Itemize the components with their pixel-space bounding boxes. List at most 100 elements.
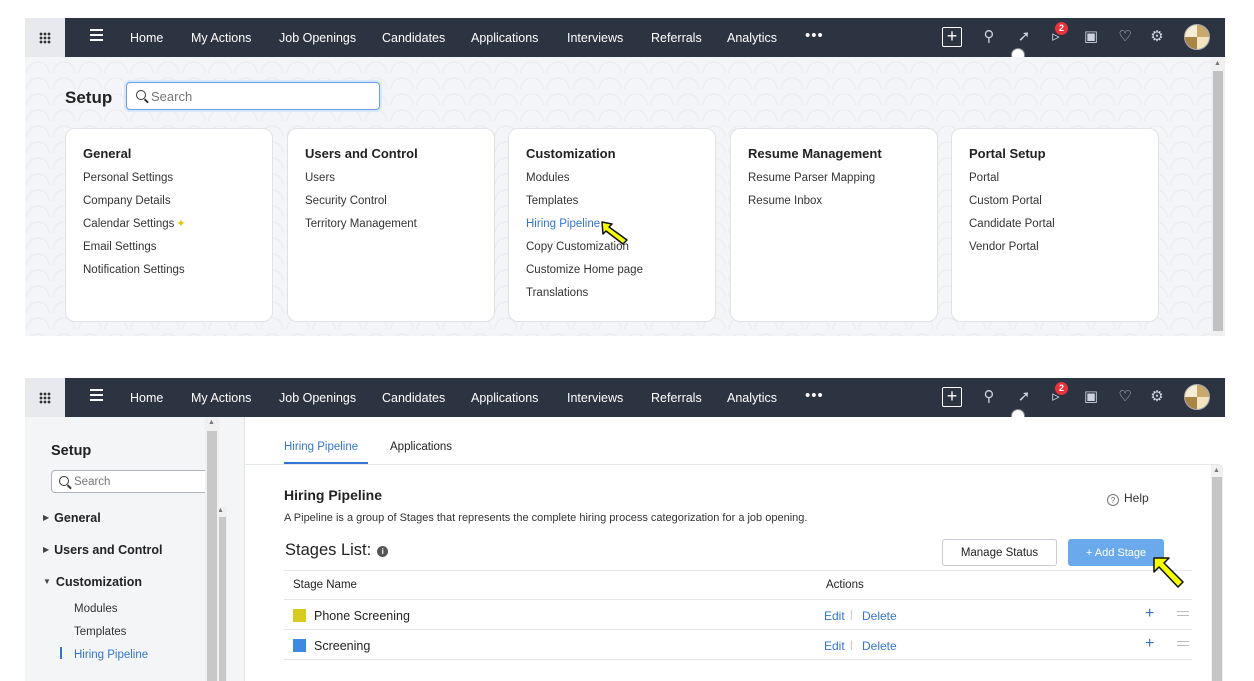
nav-referrals[interactable]: Referrals: [651, 31, 702, 45]
gear-icon[interactable]: ⚙: [1148, 28, 1166, 46]
nav-applications[interactable]: Applications: [471, 31, 538, 45]
sidebar-item-templates[interactable]: Templates: [74, 626, 126, 638]
page-scrollbar[interactable]: ▲: [1211, 57, 1225, 336]
calendar-icon[interactable]: ▣: [1082, 388, 1100, 406]
sidebar-item-hiring-pipeline[interactable]: Hiring Pipeline: [74, 649, 148, 661]
sidebar-search-input[interactable]: [74, 473, 204, 491]
search-icon[interactable]: ⚲: [980, 388, 998, 406]
page-title: Setup: [65, 88, 113, 107]
card-resume-management: Resume Management Resume Parser Mapping …: [730, 128, 938, 322]
sidebar-search-box[interactable]: [51, 470, 213, 493]
plus-icon[interactable]: +: [942, 27, 962, 47]
hamburger-menu-icon[interactable]: [90, 389, 103, 403]
nav-more-icon[interactable]: •••: [805, 27, 824, 44]
link-modules[interactable]: Modules: [526, 171, 643, 194]
link-translations[interactable]: Translations: [526, 286, 643, 309]
nav-home[interactable]: Home: [130, 391, 163, 405]
sidebar-section-users-and-control[interactable]: ▶ Users and Control: [43, 543, 163, 557]
link-notification-settings[interactable]: Notification Settings: [83, 263, 186, 286]
link-portal[interactable]: Portal: [969, 171, 1055, 194]
nav-job-openings[interactable]: Job Openings: [279, 391, 356, 405]
calendar-icon[interactable]: ▣: [1082, 28, 1100, 46]
nav-more-icon[interactable]: •••: [805, 387, 824, 404]
nav-applications[interactable]: Applications: [471, 391, 538, 405]
cursor-arrow-icon: [601, 221, 628, 245]
main-scrollbar[interactable]: ▲: [1211, 465, 1223, 681]
edit-link[interactable]: Edit: [824, 639, 845, 653]
table-row: Phone Screening Edit | Delete +: [284, 600, 1192, 630]
apps-grid-icon[interactable]: [25, 378, 65, 417]
tab-applications[interactable]: Applications: [390, 441, 452, 453]
notification-badge: 2: [1055, 382, 1068, 395]
link-territory-management[interactable]: Territory Management: [305, 217, 417, 240]
sidebar-section-customization[interactable]: ▼ Customization: [43, 575, 142, 589]
drag-handle-icon[interactable]: [1177, 641, 1189, 649]
link-users[interactable]: Users: [305, 171, 417, 194]
search-icon: [59, 476, 69, 486]
top-navbar: Home My Actions Job Openings Candidates …: [25, 18, 1225, 57]
delete-link[interactable]: Delete: [862, 609, 897, 623]
link-calendar-settings[interactable]: Calendar Settings ✦: [83, 217, 186, 240]
nav-interviews[interactable]: Interviews: [567, 391, 623, 405]
card-portal-setup: Portal Setup Portal Custom Portal Candid…: [951, 128, 1159, 322]
tab-hiring-pipeline[interactable]: Hiring Pipeline: [284, 441, 358, 453]
sidebar-item-modules[interactable]: Modules: [74, 603, 117, 615]
add-substage-icon[interactable]: +: [1145, 635, 1154, 653]
gear-icon[interactable]: ⚙: [1148, 388, 1166, 406]
stages-list-title: Stages List: i: [285, 541, 389, 560]
delete-link[interactable]: Delete: [862, 639, 897, 653]
nav-home[interactable]: Home: [130, 31, 163, 45]
add-stage-button[interactable]: + Add Stage: [1068, 539, 1164, 566]
link-vendor-portal[interactable]: Vendor Portal: [969, 240, 1055, 263]
avatar[interactable]: [1184, 384, 1210, 410]
nav-my-actions[interactable]: My Actions: [191, 391, 251, 405]
link-resume-parser-mapping[interactable]: Resume Parser Mapping: [748, 171, 875, 194]
stage-name: Phone Screening: [314, 609, 410, 623]
column-actions: Actions: [826, 579, 864, 591]
link-security-control[interactable]: Security Control: [305, 194, 417, 217]
stage-color-swatch: [293, 639, 306, 652]
nav-candidates[interactable]: Candidates: [382, 391, 445, 405]
rocket-icon[interactable]: ➚: [1015, 388, 1033, 406]
link-resume-inbox[interactable]: Resume Inbox: [748, 194, 875, 217]
bell-icon[interactable]: ♡: [1116, 28, 1134, 46]
bell-icon[interactable]: ♡: [1116, 388, 1134, 406]
card-title: Portal Setup: [969, 146, 1046, 161]
setup-search-box[interactable]: [126, 82, 380, 110]
help-link[interactable]: ? Help: [1107, 491, 1149, 506]
info-icon[interactable]: i: [377, 546, 389, 557]
card-title: Customization: [526, 146, 616, 161]
apps-grid-icon[interactable]: [25, 18, 65, 57]
add-substage-icon[interactable]: +: [1145, 605, 1154, 623]
avatar[interactable]: [1184, 24, 1210, 50]
link-email-settings[interactable]: Email Settings: [83, 240, 186, 263]
nav-referrals[interactable]: Referrals: [651, 391, 702, 405]
search-icon[interactable]: ⚲: [980, 28, 998, 46]
plus-icon[interactable]: +: [942, 387, 962, 407]
edit-link[interactable]: Edit: [824, 609, 845, 623]
nav-interviews[interactable]: Interviews: [567, 31, 623, 45]
nav-my-actions[interactable]: My Actions: [191, 31, 251, 45]
nav-analytics[interactable]: Analytics: [727, 391, 777, 405]
rocket-icon[interactable]: ➚: [1015, 28, 1033, 46]
hiring-pipeline-screen: Home My Actions Job Openings Candidates …: [0, 378, 1254, 681]
separator: |: [850, 610, 853, 621]
setup-overview-screen: Home My Actions Job Openings Candidates …: [0, 18, 1254, 336]
manage-status-button[interactable]: Manage Status: [942, 539, 1057, 566]
card-general: General Personal Settings Company Detail…: [65, 128, 273, 322]
link-customize-home-page[interactable]: Customize Home page: [526, 263, 643, 286]
card-title: Resume Management: [748, 146, 882, 161]
nav-analytics[interactable]: Analytics: [727, 31, 777, 45]
nav-job-openings[interactable]: Job Openings: [279, 31, 356, 45]
link-company-details[interactable]: Company Details: [83, 194, 186, 217]
link-templates[interactable]: Templates: [526, 194, 643, 217]
hamburger-menu-icon[interactable]: [90, 29, 103, 43]
link-personal-settings[interactable]: Personal Settings: [83, 171, 186, 194]
nav-candidates[interactable]: Candidates: [382, 31, 445, 45]
setup-search-input[interactable]: [151, 84, 371, 108]
sidebar-outer-scrollbar[interactable]: ▲: [205, 417, 219, 681]
link-custom-portal[interactable]: Custom Portal: [969, 194, 1055, 217]
link-candidate-portal[interactable]: Candidate Portal: [969, 217, 1055, 240]
drag-handle-icon[interactable]: [1177, 611, 1189, 619]
sidebar-section-general[interactable]: ▶ General: [43, 511, 101, 525]
